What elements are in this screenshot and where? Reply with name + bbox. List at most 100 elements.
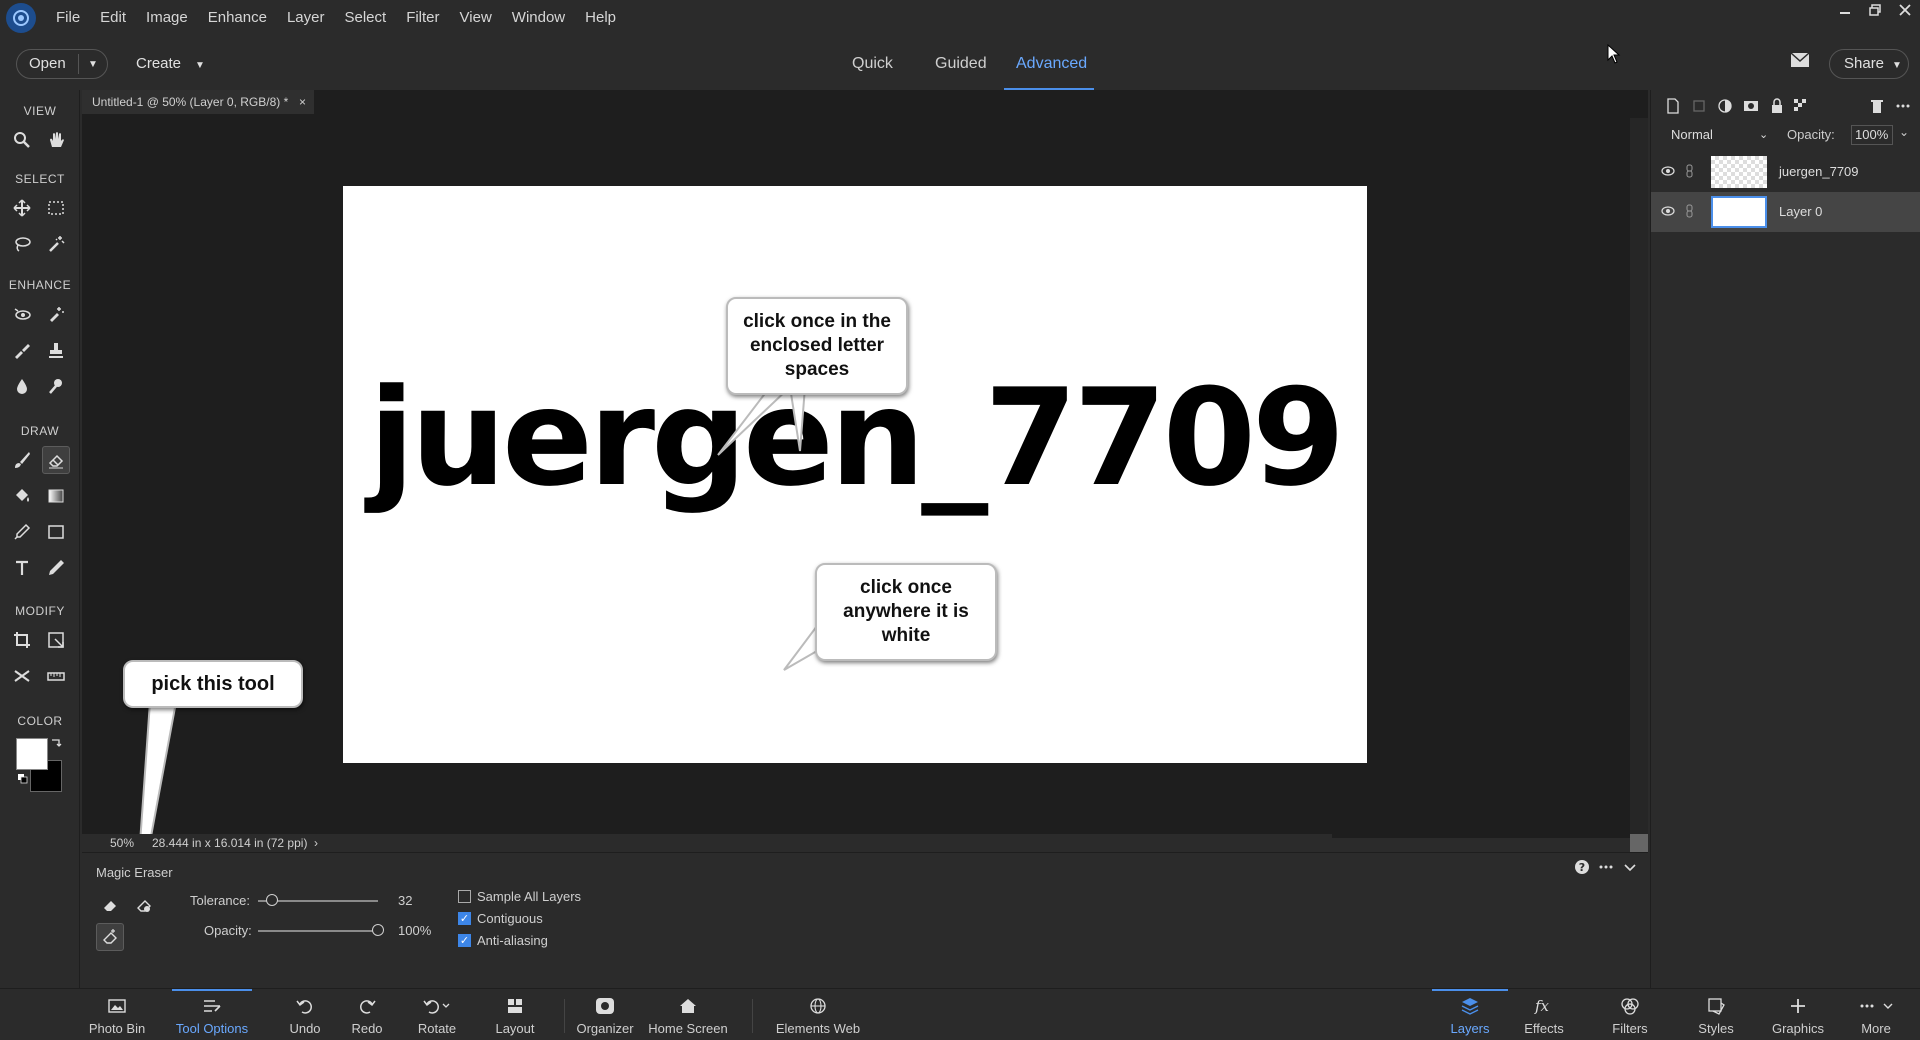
- background-eraser-icon[interactable]: [130, 891, 158, 919]
- lock-transparency-icon[interactable]: [1793, 98, 1809, 114]
- gradient-tool-icon[interactable]: [42, 482, 70, 510]
- tab-quick[interactable]: Quick: [852, 49, 893, 79]
- shape-tool-icon[interactable]: [42, 518, 70, 546]
- menu-edit[interactable]: Edit: [90, 0, 136, 36]
- menu-layer[interactable]: Layer: [277, 0, 335, 36]
- checkmark-icon[interactable]: ✓: [458, 912, 471, 925]
- restore-icon[interactable]: [1860, 0, 1890, 20]
- filters-button[interactable]: Filters: [1600, 989, 1660, 1040]
- lasso-tool-icon[interactable]: [8, 230, 36, 258]
- menu-image[interactable]: Image: [136, 0, 198, 36]
- tool-options-button[interactable]: Tool Options: [172, 989, 252, 1040]
- minimize-icon[interactable]: [1830, 0, 1860, 20]
- undo-button[interactable]: Undo: [280, 989, 330, 1040]
- recompose-tool-icon[interactable]: [42, 626, 70, 654]
- checkbox-box[interactable]: [458, 890, 471, 903]
- vertical-scrollbar[interactable]: [1630, 118, 1648, 834]
- lock-icon[interactable]: [1769, 98, 1785, 114]
- foreground-color-swatch[interactable]: [16, 738, 48, 770]
- tolerance-value[interactable]: 32: [398, 893, 412, 908]
- elements-web-button[interactable]: Elements Web: [770, 989, 866, 1040]
- help-icon[interactable]: ?: [1574, 859, 1590, 875]
- zoom-level[interactable]: 50%: [110, 834, 134, 852]
- swap-colors-icon[interactable]: [50, 736, 62, 748]
- share-button[interactable]: Share ▼: [1829, 49, 1909, 79]
- crop-tool-icon[interactable]: [8, 626, 36, 654]
- rotate-button[interactable]: Rotate: [412, 989, 462, 1040]
- organizer-button[interactable]: Organizer: [570, 989, 640, 1040]
- photo-bin-button[interactable]: Photo Bin: [82, 989, 152, 1040]
- menu-view[interactable]: View: [450, 0, 502, 36]
- pencil-tool-icon[interactable]: [42, 554, 70, 582]
- tolerance-slider-knob[interactable]: [266, 894, 279, 906]
- content-aware-move-icon[interactable]: [8, 662, 36, 690]
- layer-mask-icon[interactable]: [1743, 98, 1759, 114]
- more-button[interactable]: More: [1846, 989, 1906, 1040]
- menu-file[interactable]: File: [46, 0, 90, 36]
- eye-icon[interactable]: [1661, 164, 1675, 178]
- contiguous-checkbox[interactable]: ✓ Contiguous: [458, 911, 543, 926]
- layer-row-layer0[interactable]: Layer 0: [1651, 192, 1920, 232]
- image-canvas[interactable]: juergen_7709: [343, 186, 1367, 763]
- magic-wand-icon[interactable]: [42, 230, 70, 258]
- tab-guided[interactable]: Guided: [935, 49, 987, 79]
- close-tab-icon[interactable]: ×: [299, 90, 306, 114]
- collapse-chevron-icon[interactable]: [1622, 859, 1638, 875]
- paint-bucket-icon[interactable]: [8, 482, 36, 510]
- redo-button[interactable]: Redo: [342, 989, 392, 1040]
- red-eye-tool-icon[interactable]: [8, 300, 36, 328]
- menu-filter[interactable]: Filter: [396, 0, 449, 36]
- marquee-tool-icon[interactable]: [42, 194, 70, 222]
- adjustment-layer-icon[interactable]: [1717, 98, 1733, 114]
- eraser-opacity-value[interactable]: 100%: [398, 923, 431, 938]
- options-menu-icon[interactable]: [1598, 859, 1614, 875]
- eraser-opacity-slider[interactable]: [258, 930, 378, 932]
- styles-button[interactable]: Styles: [1686, 989, 1746, 1040]
- hand-tool-icon[interactable]: [42, 126, 70, 154]
- default-colors-icon[interactable]: [18, 774, 28, 784]
- clone-stamp-icon[interactable]: [42, 336, 70, 364]
- document-tab[interactable]: Untitled-1 @ 50% (Layer 0, RGB/8) * ×: [82, 90, 314, 114]
- open-button[interactable]: Open ▼: [16, 49, 108, 79]
- new-layer-icon[interactable]: [1665, 98, 1681, 114]
- panel-menu-icon[interactable]: [1895, 98, 1911, 114]
- blur-tool-icon[interactable]: [8, 372, 36, 400]
- checkmark-icon[interactable]: ✓: [458, 934, 471, 947]
- type-tool-icon[interactable]: [8, 554, 36, 582]
- layer-opacity-field[interactable]: 100%: [1851, 125, 1893, 145]
- eraser-variant-icon[interactable]: [96, 891, 124, 919]
- link-icon[interactable]: [1685, 164, 1695, 178]
- spot-healing-icon[interactable]: [42, 300, 70, 328]
- zoom-tool-icon[interactable]: [8, 126, 36, 154]
- tab-advanced[interactable]: Advanced: [1016, 49, 1087, 79]
- sample-all-layers-checkbox[interactable]: Sample All Layers: [458, 889, 581, 904]
- status-menu-arrow-icon[interactable]: ›: [314, 834, 318, 852]
- eye-icon[interactable]: [1661, 204, 1675, 218]
- straighten-tool-icon[interactable]: [42, 662, 70, 690]
- magic-eraser-icon[interactable]: [96, 923, 124, 951]
- graphics-button[interactable]: Graphics: [1766, 989, 1830, 1040]
- close-window-icon[interactable]: [1890, 0, 1920, 20]
- layout-button[interactable]: Layout: [490, 989, 540, 1040]
- menu-help[interactable]: Help: [575, 0, 626, 36]
- eyedropper-icon[interactable]: [8, 518, 36, 546]
- mail-icon[interactable]: [1790, 52, 1810, 72]
- create-button[interactable]: Create ▼: [136, 49, 205, 79]
- menu-enhance[interactable]: Enhance: [198, 0, 277, 36]
- app-logo-icon[interactable]: [6, 3, 36, 33]
- eraser-tool-icon[interactable]: [42, 446, 70, 474]
- layer-row-text[interactable]: juergen_7709: [1651, 152, 1920, 192]
- eraser-opacity-slider-knob[interactable]: [372, 924, 384, 936]
- new-group-icon[interactable]: [1691, 98, 1707, 114]
- chevron-down-icon[interactable]: ⌄: [1899, 125, 1909, 139]
- sponge-tool-icon[interactable]: [42, 372, 70, 400]
- move-tool-icon[interactable]: [8, 194, 36, 222]
- blend-mode-select[interactable]: Normal ⌄: [1663, 124, 1773, 146]
- menu-window[interactable]: Window: [502, 0, 575, 36]
- delete-layer-icon[interactable]: [1869, 98, 1885, 114]
- home-screen-button[interactable]: Home Screen: [646, 989, 730, 1040]
- link-icon[interactable]: [1685, 204, 1695, 218]
- layers-panel-button[interactable]: Layers: [1432, 989, 1508, 1040]
- menu-select[interactable]: Select: [334, 0, 396, 36]
- chevron-down-icon[interactable]: ▼: [79, 59, 107, 70]
